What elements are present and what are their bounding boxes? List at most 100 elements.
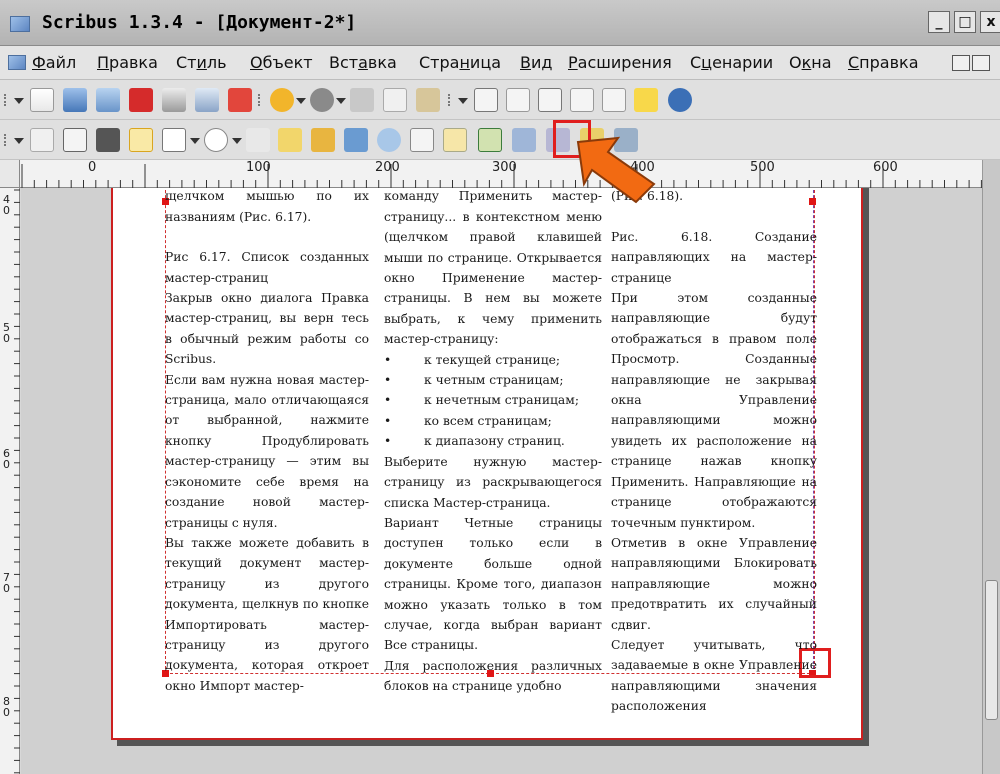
text-frame-icon[interactable] — [63, 128, 87, 152]
ruler-label: 0 — [88, 160, 97, 175]
undo-icon[interactable] — [270, 88, 294, 112]
menu-item[interactable]: Файл — [32, 53, 76, 72]
text-column-1: страницами одиночным щелчком мышью по их… — [165, 188, 369, 696]
menu-item[interactable]: Окна — [789, 53, 832, 72]
zoom-icon[interactable] — [377, 128, 401, 152]
edit-contents-icon[interactable] — [410, 128, 434, 152]
list-item-text: ко всем страницам; — [424, 413, 552, 428]
list-item-text: к нечетным страницам; — [424, 393, 579, 408]
vertical-scrollbar[interactable] — [982, 160, 1000, 774]
paste-icon[interactable] — [416, 88, 440, 112]
checkbox-icon[interactable] — [538, 88, 562, 112]
text-field-icon[interactable] — [506, 88, 530, 112]
menu-item[interactable]: Вид — [520, 53, 552, 72]
open-folder-icon[interactable] — [63, 88, 87, 112]
line-icon[interactable] — [246, 128, 270, 152]
link-text-frames-icon[interactable] — [478, 128, 502, 152]
maximize-button[interactable]: □ — [954, 11, 976, 33]
main-toolbar — [0, 80, 1000, 120]
save-icon[interactable] — [96, 88, 120, 112]
list-item-text: к диапазону страниц. — [424, 434, 565, 449]
toolbar-menu-arrow[interactable] — [14, 98, 24, 104]
shape-dropdown-arrow[interactable] — [190, 138, 200, 144]
copy-icon[interactable] — [383, 88, 407, 112]
link-annotation-icon[interactable] — [668, 88, 692, 112]
undo-dropdown-arrow[interactable] — [296, 98, 306, 104]
ruler-label: 6 0 — [3, 447, 10, 471]
scribus-app-icon[interactable] — [10, 16, 30, 32]
window-title: Scribus 1.3.4 - [Документ-2*] — [42, 12, 357, 33]
ruler-label: 600 — [873, 160, 898, 175]
vertical-ruler[interactable]: 4 0 5 0 6 0 7 0 8 0 — [0, 188, 20, 774]
menu-item[interactable]: Объект — [250, 53, 313, 72]
list-item: • к текущей странице; — [384, 350, 602, 370]
freehand-icon[interactable] — [311, 128, 335, 152]
document-page[interactable]: страницами одиночным щелчком мышью по их… — [111, 188, 863, 740]
document-canvas[interactable]: страницами одиночным щелчком мышью по их… — [21, 188, 982, 774]
toolbar-grip[interactable] — [4, 134, 10, 146]
ruler-label: 5 0 — [3, 321, 10, 345]
polygon-dropdown-arrow[interactable] — [232, 138, 242, 144]
minimize-button[interactable]: _ — [928, 11, 950, 33]
tools-toolbar — [0, 120, 1000, 160]
paragraph: Вариант Четные страницы доступен только … — [384, 515, 602, 653]
menu-item[interactable]: Сценарии — [690, 53, 773, 72]
paragraph: Для расположения различных блоков на стр… — [384, 658, 602, 694]
bezier-icon[interactable] — [278, 128, 302, 152]
select-pointer-icon[interactable] — [30, 128, 54, 152]
ruler-label: 500 — [750, 160, 775, 175]
toolbar-grip[interactable] — [4, 94, 10, 106]
image-frame-icon[interactable] — [96, 128, 120, 152]
paragraph: Если вам нужна новая мастер-страница, ма… — [165, 372, 369, 530]
menu-item[interactable]: Правка — [97, 53, 158, 72]
close-document-icon[interactable] — [129, 88, 153, 112]
bullet-mark: • — [384, 434, 392, 449]
edit-text-story-icon[interactable] — [443, 128, 467, 152]
redo-icon[interactable] — [310, 88, 334, 112]
table-icon[interactable] — [129, 128, 153, 152]
redo-dropdown-arrow[interactable] — [336, 98, 346, 104]
paragraph: Вы также можете добавить в текущий докум… — [165, 535, 369, 693]
paragraph: Закрыв окно диалога Правка мастер-страни… — [165, 291, 369, 367]
menu-item[interactable]: Страница — [419, 53, 501, 72]
pdf-export-icon[interactable] — [228, 88, 252, 112]
scrollbar-thumb[interactable] — [985, 580, 998, 720]
close-button[interactable]: x — [980, 11, 1000, 33]
polygon-icon[interactable] — [204, 128, 228, 152]
cut-icon[interactable] — [350, 88, 374, 112]
toolbar-grip[interactable] — [448, 94, 454, 106]
list-item: • к четным страницам; — [384, 370, 602, 390]
text-annotation-icon[interactable] — [634, 88, 658, 112]
toolbar-grip[interactable] — [258, 94, 264, 106]
subwindow-control-button[interactable] — [972, 55, 990, 71]
combobox-icon[interactable] — [570, 88, 594, 112]
toolbar-menu-arrow[interactable] — [458, 98, 468, 104]
paragraph: При этом созданные направляющие будут от… — [611, 291, 817, 530]
print-icon[interactable] — [162, 88, 186, 112]
new-document-icon[interactable] — [30, 88, 54, 112]
bullet-mark: • — [384, 393, 392, 408]
menu-item[interactable]: Вставка — [329, 53, 397, 72]
rotate-icon[interactable] — [344, 128, 368, 152]
listbox-icon[interactable] — [602, 88, 626, 112]
horizontal-ruler[interactable]: 0 100 200 300 400 500 600 — [20, 160, 982, 188]
pointer-arrow-icon — [576, 136, 656, 204]
menu-item[interactable]: Расширения — [568, 53, 672, 72]
menu-item[interactable]: Справка — [848, 53, 919, 72]
paragraph: Следует учитывать, что задаваемые в окне… — [611, 637, 817, 714]
paragraph: Отметив в окне Управление направляющими … — [611, 535, 817, 632]
ruler-origin[interactable] — [0, 160, 20, 188]
toolbar-menu-arrow[interactable] — [14, 138, 24, 144]
ok-button-icon[interactable] — [474, 88, 498, 112]
menu-item[interactable]: Стиль — [176, 53, 227, 72]
unlink-text-frames-icon[interactable] — [512, 128, 536, 152]
list-item-text: к текущей странице; — [424, 352, 561, 367]
title-bar: Scribus 1.3.4 - [Документ-2*] _ □ x — [0, 0, 1000, 46]
preflight-icon[interactable] — [195, 88, 219, 112]
figure-caption: Рис 6.17. Список созданных мастер-страни… — [165, 250, 369, 285]
document-menu-icon[interactable] — [8, 55, 26, 70]
ruler-label: 7 0 — [3, 571, 10, 595]
restore-subwindow-button[interactable] — [952, 55, 970, 71]
shape-icon[interactable] — [162, 128, 186, 152]
ruler-label: 200 — [375, 160, 400, 175]
